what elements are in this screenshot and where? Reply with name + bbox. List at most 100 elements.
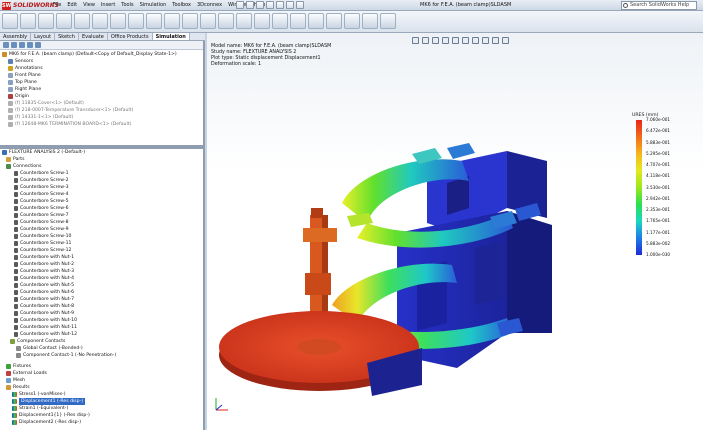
- tree-item-result[interactable]: Stress1 (-vonMises-): [0, 391, 203, 398]
- tree-item-connector[interactable]: Counterbore with Nut-3: [0, 268, 203, 275]
- tree-item-component-contact-1[interactable]: Component Contact-1 (-No Penetration-): [0, 352, 203, 359]
- command-button-icon[interactable]: [38, 13, 54, 29]
- tree-item-result[interactable]: Displacement1 (-Res disp-): [0, 398, 203, 405]
- tree-item-connector[interactable]: Counterbore with Nut-1: [0, 254, 203, 261]
- tree-item-connector[interactable]: Counterbore with Nut-9: [0, 310, 203, 317]
- command-button-icon[interactable]: [236, 13, 252, 29]
- command-button-icon[interactable]: [380, 13, 396, 29]
- command-button-icon[interactable]: [164, 13, 180, 29]
- display-manager-icon[interactable]: [35, 42, 41, 48]
- command-button-icon[interactable]: [56, 13, 72, 29]
- tree-item-connector[interactable]: Counterbore Screw-6: [0, 205, 203, 212]
- tree-item-result[interactable]: Displacement1{1} (-Res disp-): [0, 412, 203, 419]
- command-button-icon[interactable]: [308, 13, 324, 29]
- command-button-icon[interactable]: [2, 13, 18, 29]
- feature-tree-item[interactable]: Top Plane: [2, 79, 201, 86]
- tree-item-connector[interactable]: Counterbore with Nut-5: [0, 282, 203, 289]
- feature-tree-item[interactable]: Front Plane: [2, 72, 201, 79]
- new-file-icon[interactable]: [236, 1, 244, 9]
- tab-office-products[interactable]: Office Products: [108, 33, 153, 40]
- command-button-icon[interactable]: [362, 13, 378, 29]
- config-manager-icon[interactable]: [19, 42, 25, 48]
- menu-item-file[interactable]: File: [53, 2, 61, 8]
- dim-expert-icon[interactable]: [27, 42, 33, 48]
- tree-item-fixtures[interactable]: Fixtures: [0, 363, 203, 370]
- feature-tree-item[interactable]: (f) 14331-1<1> (Default): [2, 114, 201, 121]
- feature-tree-item[interactable]: Annotations: [2, 65, 201, 72]
- tree-item-connector[interactable]: Counterbore with Nut-11: [0, 324, 203, 331]
- command-button-icon[interactable]: [254, 13, 270, 29]
- tree-item-connector[interactable]: Counterbore with Nut-12: [0, 331, 203, 338]
- tree-item-connector[interactable]: Counterbore Screw-12: [0, 247, 203, 254]
- command-button-icon[interactable]: [74, 13, 90, 29]
- tree-item-results[interactable]: Results: [0, 384, 203, 391]
- tab-simulation[interactable]: Simulation: [152, 33, 190, 40]
- tree-item-connector[interactable]: Counterbore with Nut-6: [0, 289, 203, 296]
- command-button-icon[interactable]: [20, 13, 36, 29]
- feature-tree-item[interactable]: (f) 11835-Cover<1> (Default): [2, 100, 201, 107]
- property-manager-icon[interactable]: [11, 42, 17, 48]
- command-button-icon[interactable]: [182, 13, 198, 29]
- tree-item-result[interactable]: Displacement2 (-Res disp-): [0, 419, 203, 426]
- tree-item-connector[interactable]: Counterbore Screw-1: [0, 170, 203, 177]
- tree-item-connector[interactable]: Counterbore with Nut-7: [0, 296, 203, 303]
- tree-item-connector[interactable]: Counterbore Screw-2: [0, 177, 203, 184]
- menu-item-insert[interactable]: Insert: [101, 2, 115, 8]
- study-root[interactable]: FLEXTURE ANALYSIS 2 (-Default-): [0, 149, 203, 156]
- feature-tree-item[interactable]: Origin: [2, 93, 201, 100]
- options-icon[interactable]: [296, 1, 304, 9]
- menu-item-toolbox[interactable]: Toolbox: [172, 2, 191, 8]
- feature-tree-item[interactable]: Right Plane: [2, 86, 201, 93]
- tree-item-connector[interactable]: Counterbore Screw-7: [0, 212, 203, 219]
- tree-item-connector[interactable]: Counterbore Screw-4: [0, 191, 203, 198]
- command-button-icon[interactable]: [218, 13, 234, 29]
- tree-item-connections[interactable]: Connections: [0, 163, 203, 170]
- tree-item-mesh[interactable]: Mesh: [0, 377, 203, 384]
- tree-item-connector[interactable]: Counterbore Screw-5: [0, 198, 203, 205]
- command-button-icon[interactable]: [272, 13, 288, 29]
- command-button-icon[interactable]: [290, 13, 306, 29]
- tree-item-connector[interactable]: Counterbore Screw-11: [0, 240, 203, 247]
- tree-item-connector[interactable]: Counterbore with Nut-2: [0, 261, 203, 268]
- tree-item-component-contacts[interactable]: Component Contacts: [0, 338, 203, 345]
- print-icon[interactable]: [266, 1, 274, 9]
- command-button-icon[interactable]: [110, 13, 126, 29]
- rebuild-icon[interactable]: [286, 1, 294, 9]
- command-button-icon[interactable]: [200, 13, 216, 29]
- tab-assembly[interactable]: Assembly: [0, 33, 32, 40]
- open-file-icon[interactable]: [246, 1, 254, 9]
- tree-item-result[interactable]: Strain1 (-Equivalent-): [0, 405, 203, 412]
- command-button-icon[interactable]: [326, 13, 342, 29]
- help-search-input[interactable]: Search SolidWorks Help: [621, 1, 697, 10]
- tree-item-connector[interactable]: Counterbore Screw-3: [0, 184, 203, 191]
- tab-sketch[interactable]: Sketch: [55, 33, 79, 40]
- tree-item-external-loads[interactable]: External Loads: [0, 370, 203, 377]
- tree-item-connector[interactable]: Counterbore Screw-10: [0, 233, 203, 240]
- save-icon[interactable]: [256, 1, 264, 9]
- undo-icon[interactable]: [276, 1, 284, 9]
- menu-item-3dconnex[interactable]: 3Dconnex: [197, 2, 222, 8]
- feature-tree-item[interactable]: (f) 218-0007-Temperature Transducer<1> (…: [2, 107, 201, 114]
- tree-item-connector[interactable]: Counterbore Screw-9: [0, 226, 203, 233]
- graphics-area[interactable]: Model name: MK6 for F.E.A. (beam clamp)S…: [207, 33, 703, 430]
- command-button-icon[interactable]: [344, 13, 360, 29]
- tree-item-connector[interactable]: Counterbore with Nut-8: [0, 303, 203, 310]
- tab-evaluate[interactable]: Evaluate: [79, 33, 108, 40]
- tree-item-parts[interactable]: Parts: [0, 156, 203, 163]
- command-button-icon[interactable]: [128, 13, 144, 29]
- tree-item-connector[interactable]: Counterbore with Nut-10: [0, 317, 203, 324]
- tree-item-global-contact[interactable]: Global Contact (-Bonded-): [0, 345, 203, 352]
- menu-item-view[interactable]: View: [83, 2, 95, 8]
- menu-item-tools[interactable]: Tools: [121, 2, 133, 8]
- menu-item-simulation[interactable]: Simulation: [140, 2, 167, 8]
- feature-tree-item[interactable]: Sensors: [2, 58, 201, 65]
- app-logo[interactable]: SW SOLIDWORKS: [2, 1, 59, 10]
- feature-tree-icon[interactable]: [3, 42, 9, 48]
- tree-item-connector[interactable]: Counterbore with Nut-4: [0, 275, 203, 282]
- command-button-icon[interactable]: [92, 13, 108, 29]
- feature-tree-item[interactable]: MK6 for F.E.A. (beam clamp) (Default<Cop…: [2, 51, 201, 58]
- feature-tree-item[interactable]: (f) 12648-MK6 TERMINATION BOARD<1> (Defa…: [2, 121, 201, 128]
- menu-item-edit[interactable]: Edit: [67, 2, 77, 8]
- tab-layout[interactable]: Layout: [31, 33, 56, 40]
- tree-item-connector[interactable]: Counterbore Screw-8: [0, 219, 203, 226]
